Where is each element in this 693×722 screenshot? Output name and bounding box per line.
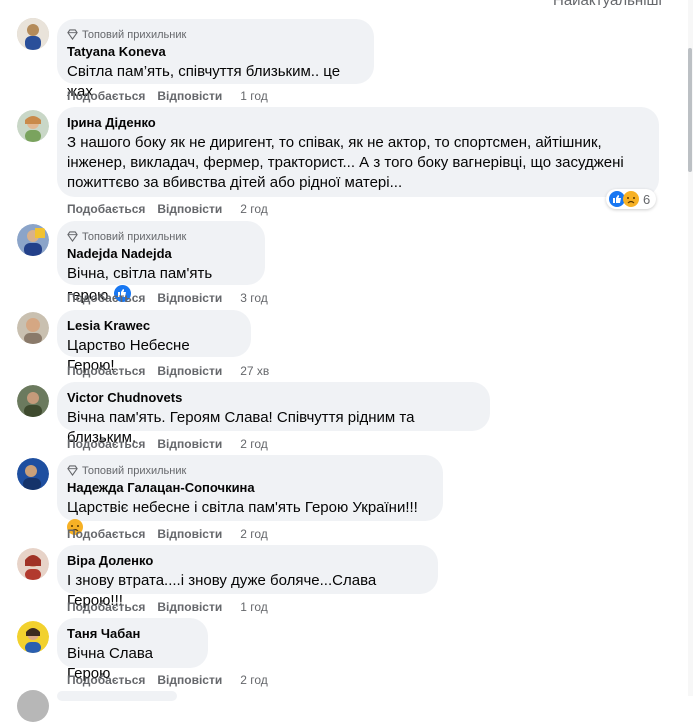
- reply-button[interactable]: Відповісти: [157, 437, 222, 451]
- scrollbar[interactable]: [688, 0, 693, 696]
- like-button[interactable]: Подобається: [67, 437, 145, 451]
- reply-button[interactable]: Відповісти: [157, 202, 222, 216]
- like-button[interactable]: Подобається: [67, 600, 145, 614]
- avatar[interactable]: [17, 690, 49, 722]
- comment-time[interactable]: 2 год: [240, 527, 268, 541]
- diamond-icon: [67, 231, 78, 242]
- avatar[interactable]: [17, 18, 49, 50]
- badge-label: Топовий прихильник: [82, 464, 187, 477]
- scrollbar-thumb[interactable]: [688, 48, 692, 172]
- comment-time[interactable]: 2 год: [240, 673, 268, 687]
- avatar[interactable]: [17, 458, 49, 490]
- reply-button[interactable]: Відповісти: [157, 89, 222, 103]
- top-fan-badge: Топовий прихильник: [67, 229, 253, 244]
- comment-bubble: [57, 691, 177, 701]
- comment-bubble: Топовий прихильник Nadejda Nadejda Вічна…: [57, 221, 265, 304]
- comment-author[interactable]: Віра Доленко: [67, 553, 426, 569]
- avatar[interactable]: [17, 548, 49, 580]
- comment-author[interactable]: Таня Чабан: [67, 626, 196, 642]
- comment-text: З нашого боку як не диригент, то співак,…: [67, 134, 628, 191]
- comment-bubble: Топовий прихильник Надежда Галацан-Сопоч…: [57, 455, 443, 535]
- comment-time[interactable]: 1 год: [240, 89, 268, 103]
- like-button[interactable]: Подобається: [67, 364, 145, 378]
- comment-author[interactable]: Lesia Krawec: [67, 318, 239, 334]
- comment-bubble: Топовий прихильник Tatyana Koneva Світла…: [57, 19, 374, 100]
- avatar[interactable]: [17, 224, 49, 256]
- top-fan-badge: Топовий прихильник: [67, 463, 431, 478]
- avatar[interactable]: [17, 385, 49, 417]
- reply-button[interactable]: Відповісти: [157, 600, 222, 614]
- badge-label: Топовий прихильник: [82, 230, 187, 243]
- comment-author[interactable]: Victor Chudnovets: [67, 390, 478, 406]
- sort-dropdown[interactable]: Найактуальніші: [553, 0, 662, 9]
- reply-button[interactable]: Відповісти: [157, 527, 222, 541]
- like-button[interactable]: Подобається: [67, 202, 145, 216]
- like-button[interactable]: Подобається: [67, 291, 145, 305]
- comment-time[interactable]: 27 хв: [240, 364, 269, 378]
- reaction-count: 6: [643, 191, 651, 207]
- comment-bubble: Ірина Діденко З нашого боку як не дириге…: [57, 107, 659, 197]
- avatar[interactable]: [17, 621, 49, 653]
- like-button[interactable]: Подобається: [67, 527, 145, 541]
- reply-button[interactable]: Відповісти: [157, 291, 222, 305]
- comment-bubble: Таня Чабан Вічна Слава Герою: [57, 618, 208, 682]
- comment-time[interactable]: 2 год: [240, 437, 268, 451]
- reply-button[interactable]: Відповісти: [157, 673, 222, 687]
- sad-reaction-icon: [623, 191, 639, 207]
- diamond-icon: [67, 465, 78, 476]
- like-button[interactable]: Подобається: [67, 673, 145, 687]
- comment-bubble: Віра Доленко І знову втрата....і знову д…: [57, 545, 438, 609]
- avatar[interactable]: [17, 110, 49, 142]
- comment-bubble: Lesia Krawec Царство Небесне Герою!: [57, 310, 251, 374]
- comment-time[interactable]: 3 год: [240, 291, 268, 305]
- like-button[interactable]: Подобається: [67, 89, 145, 103]
- reaction-summary[interactable]: 6: [606, 189, 657, 209]
- comment-author[interactable]: Nadejda Nadejda: [67, 246, 253, 262]
- comment-time[interactable]: 2 год: [240, 202, 268, 216]
- top-fan-badge: Топовий прихильник: [67, 27, 362, 42]
- badge-label: Топовий прихильник: [82, 28, 187, 41]
- comment-text-content: Царствіє небесне і світла пам'ять Герою …: [67, 499, 418, 516]
- diamond-icon: [67, 29, 78, 40]
- comment-bubble: Victor Chudnovets Вічна пам'ять. Героям …: [57, 382, 490, 446]
- comment-time[interactable]: 1 год: [240, 600, 268, 614]
- comment-author[interactable]: Надежда Галацан-Сопочкина: [67, 480, 431, 496]
- reply-button[interactable]: Відповісти: [157, 364, 222, 378]
- comment-author[interactable]: Ірина Діденко: [67, 115, 647, 131]
- avatar[interactable]: [17, 312, 49, 344]
- comment-author[interactable]: Tatyana Koneva: [67, 44, 362, 60]
